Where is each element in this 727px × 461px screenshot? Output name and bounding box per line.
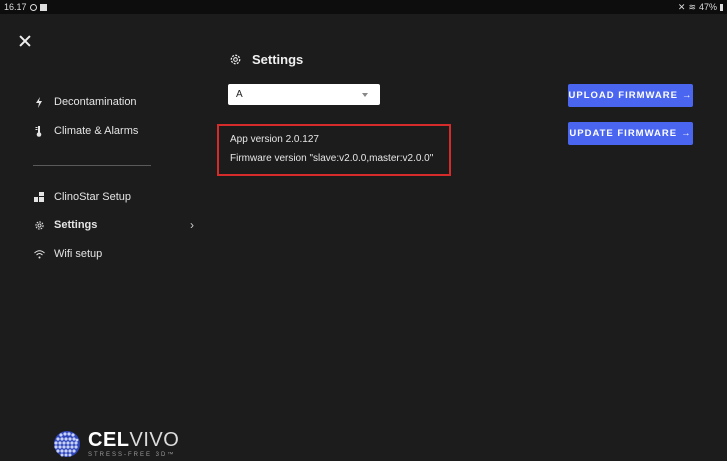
- firmware-version: Firmware version "slave:v2.0.0,master:v2…: [230, 153, 434, 164]
- logo-tagline: STRESS-FREE 3D™: [88, 452, 176, 458]
- status-bar-left: 16.17: [4, 2, 47, 12]
- status-bar: 16.17 ✕ ≋ 47%: [0, 0, 727, 14]
- notification-square-icon: [39, 3, 47, 11]
- sidebar-item-label: Climate & Alarms: [54, 125, 139, 137]
- battery-icon: [720, 3, 723, 11]
- sidebar-item-settings[interactable]: Settings: [33, 219, 97, 231]
- logo-wordmark: CELVIVO: [88, 430, 179, 450]
- device-select[interactable]: A: [228, 84, 380, 105]
- sidebar-item-climate-alarms[interactable]: Climate & Alarms: [33, 125, 138, 137]
- sidebar-item-label: Decontamination: [54, 96, 137, 108]
- celvivo-logo: CELVIVO STRESS-FREE 3D™: [50, 429, 179, 459]
- page-title-text: Settings: [252, 52, 304, 67]
- upload-firmware-button[interactable]: UPLOAD FIRMWARE →: [568, 84, 693, 107]
- notification-icon: [29, 3, 37, 11]
- device-select-value: A: [236, 89, 243, 100]
- chevron-down-icon: [362, 92, 368, 97]
- page-title: Settings: [229, 52, 303, 67]
- gear-icon: [229, 53, 243, 67]
- mute-icon: ✕: [677, 1, 686, 12]
- close-icon[interactable]: [18, 34, 32, 48]
- logo-brand-thin: VIVO: [129, 429, 180, 451]
- sidebar-item-clinostar-setup[interactable]: ClinoStar Setup: [33, 191, 131, 203]
- lightning-icon: [33, 96, 45, 108]
- status-time: 16.17: [4, 2, 27, 12]
- logo-brand-bold: CEL: [88, 429, 130, 451]
- upload-firmware-label: UPLOAD FIRMWARE: [568, 90, 678, 101]
- update-firmware-button[interactable]: UPDATE FIRMWARE →: [568, 122, 693, 145]
- chevron-right-icon: ›: [190, 218, 194, 232]
- sidebar-item-wifi-setup[interactable]: Wifi setup: [33, 248, 102, 260]
- arrow-right-icon: →: [681, 128, 692, 139]
- battery-level: 47%: [698, 2, 717, 12]
- wifi-icon: [33, 248, 45, 260]
- arrow-right-icon: →: [681, 90, 693, 101]
- sidebar-item-label: ClinoStar Setup: [54, 191, 132, 203]
- setup-icon: [33, 191, 45, 203]
- app-version: App version 2.0.127: [230, 134, 319, 145]
- status-bar-right: ✕ ≋ 47%: [678, 2, 723, 13]
- version-highlight-box: [217, 124, 451, 176]
- sidebar-divider: [33, 165, 151, 166]
- gear-icon: [33, 219, 45, 231]
- sidebar-item-decontamination[interactable]: Decontamination: [33, 96, 137, 108]
- update-firmware-label: UPDATE FIRMWARE: [569, 128, 678, 139]
- sidebar-item-label: Settings: [54, 219, 98, 231]
- sidebar-item-label: Wifi setup: [54, 248, 103, 260]
- thermometer-icon: [33, 125, 45, 137]
- logo-sphere-icon: [54, 431, 80, 457]
- wifi-status-icon: ≋: [688, 1, 696, 12]
- logo-text: CELVIVO STRESS-FREE 3D™: [88, 430, 179, 458]
